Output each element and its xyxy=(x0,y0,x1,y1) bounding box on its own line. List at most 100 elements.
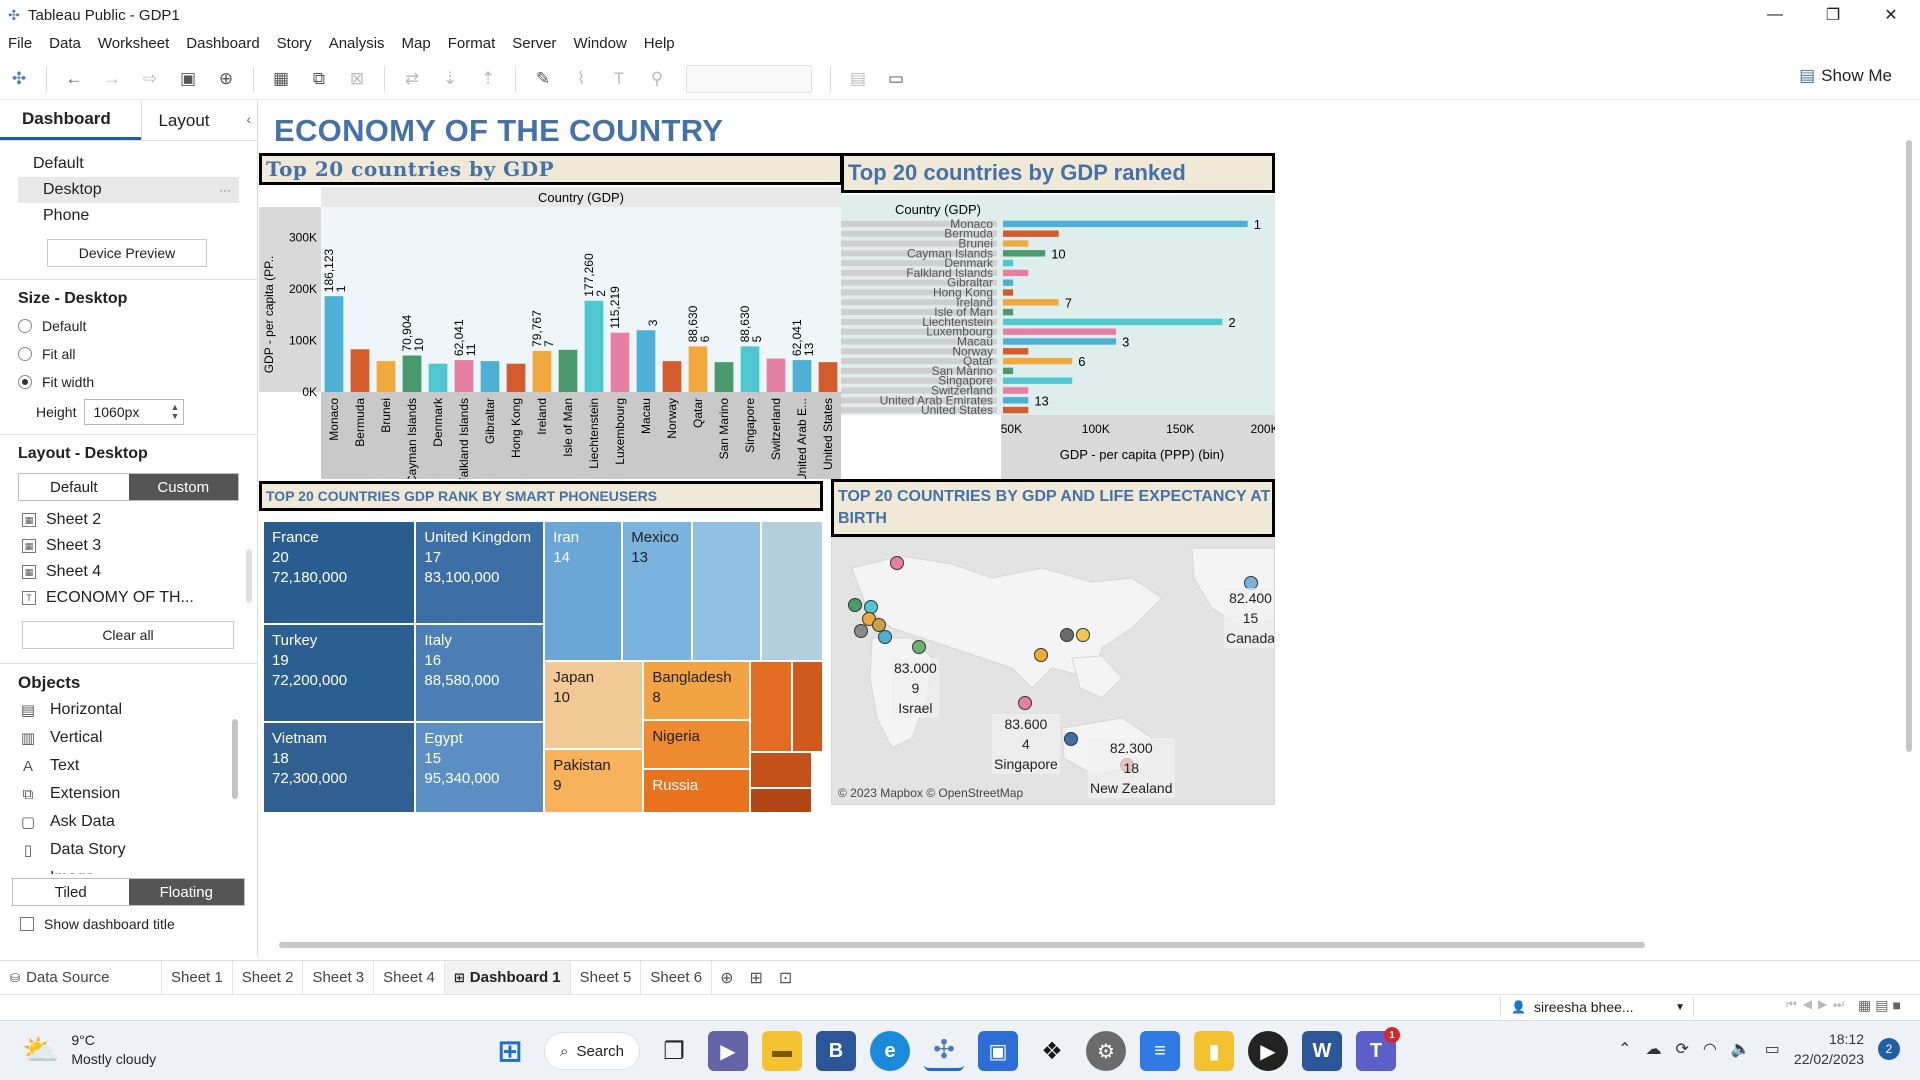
chevron-up-icon[interactable]: ⌃ xyxy=(1618,1039,1631,1059)
bar[interactable] xyxy=(1003,387,1029,394)
bar[interactable] xyxy=(1003,250,1046,257)
size-option-fit-all[interactable]: Fit all xyxy=(0,340,257,368)
bar[interactable] xyxy=(1003,259,1014,267)
weather-widget[interactable]: ⛅ 9°C Mostly cloudy xyxy=(22,1031,156,1069)
clear-all-button[interactable]: Clear all xyxy=(22,621,234,649)
new-data-source-icon[interactable]: ⊕ xyxy=(212,65,240,93)
map-marker[interactable] xyxy=(1018,696,1032,710)
clock[interactable]: 18:12 22/02/2023 xyxy=(1794,1029,1864,1069)
wifi-icon[interactable]: ◠ xyxy=(1703,1039,1717,1059)
new-worksheet-icon[interactable]: ⊕ xyxy=(712,968,741,988)
object-item[interactable]: ▯ Data Story xyxy=(0,836,257,864)
media-player-icon[interactable]: ▶ xyxy=(1248,1031,1288,1071)
map-marker[interactable] xyxy=(1060,628,1074,642)
bar[interactable] xyxy=(350,349,370,392)
layout-custom-button[interactable]: Custom xyxy=(128,474,238,500)
restore-button[interactable]: ❐ xyxy=(1804,0,1862,30)
windows-start-icon[interactable]: ⊞ xyxy=(490,1031,530,1071)
floating-button[interactable]: Floating xyxy=(128,879,244,905)
collapse-pane-icon[interactable]: ‹ xyxy=(246,111,251,127)
teams-icon[interactable]: T1 xyxy=(1356,1027,1400,1071)
tab-sheet-5[interactable]: Sheet 5 xyxy=(571,960,642,995)
bar[interactable] xyxy=(376,361,396,392)
pin-icon[interactable]: ⚲ xyxy=(643,65,671,93)
treemap-cell[interactable]: Vietnam 18 72,300,000 xyxy=(263,722,416,813)
treemap-cell[interactable]: Egypt 15 95,340,000 xyxy=(415,722,545,813)
object-item[interactable]: ▢ Ask Data xyxy=(0,808,257,836)
bar[interactable] xyxy=(1003,269,1029,277)
bar[interactable] xyxy=(714,362,734,392)
tab-layout[interactable]: Layout xyxy=(141,101,257,140)
treemap-cell[interactable]: United Kingdom 17 83,100,000 xyxy=(415,521,545,625)
bar[interactable] xyxy=(792,360,812,392)
sheet-item[interactable]: ▦ Sheet 2 xyxy=(0,507,257,533)
device-default[interactable]: Default xyxy=(0,151,257,177)
replace-data-icon[interactable]: ⇨ xyxy=(136,65,164,93)
treemap-cell[interactable]: Iran 14 xyxy=(544,521,623,661)
settings-gear-icon[interactable]: ⚙ xyxy=(1086,1031,1126,1071)
sort-descending-icon[interactable]: ⇡ xyxy=(474,65,502,93)
vertical-scrollbar[interactable] xyxy=(1906,140,1912,752)
treemap-cell[interactable]: Nigeria xyxy=(643,719,750,769)
tab-dashboard[interactable]: Dashboard xyxy=(0,101,142,140)
bar[interactable] xyxy=(1003,348,1029,355)
tab-sheet-1[interactable]: Sheet 1 xyxy=(162,960,233,995)
fit-dropdown[interactable] xyxy=(686,64,812,93)
bar[interactable] xyxy=(558,349,578,392)
bar[interactable] xyxy=(402,355,422,392)
file-explorer-icon[interactable]: ▬ xyxy=(762,1031,802,1071)
bar[interactable] xyxy=(610,332,630,392)
menu-story[interactable]: Story xyxy=(277,35,312,52)
bar[interactable] xyxy=(532,350,552,392)
device-phone[interactable]: Phone xyxy=(0,203,257,229)
gdp-bar-chart[interactable]: Country (GDP) 0K 100K 200K 300K GDP - per cap… xyxy=(259,187,841,479)
treemap-cell[interactable]: Pakistan 9 xyxy=(544,749,644,813)
tab-sheet-4[interactable]: Sheet 4 xyxy=(374,960,445,995)
bar[interactable] xyxy=(428,363,448,392)
sheet-item[interactable]: ▦ Sheet 4 xyxy=(0,559,257,585)
bar[interactable] xyxy=(1003,338,1117,345)
menu-file[interactable]: File xyxy=(8,35,32,52)
bar[interactable] xyxy=(1003,279,1014,286)
tableau-taskbar-icon[interactable]: ✣ xyxy=(924,1031,964,1071)
map-attribution[interactable]: © 2023 Mapbox © OpenStreetMap xyxy=(838,786,1023,800)
treemap-cell[interactable]: Russia xyxy=(643,768,750,813)
treemap-cell[interactable]: France 20 72,180,000 xyxy=(263,521,416,625)
horizontal-scrollbar[interactable] xyxy=(279,942,1645,948)
gdp-ranked-chart[interactable]: Country (GDP)Monaco 1BermudaBruneiCayman … xyxy=(841,195,1275,479)
sheet-item[interactable]: T ECONOMY OF TH... xyxy=(0,585,257,611)
group-icon[interactable]: ⌇ xyxy=(567,65,595,93)
bar[interactable] xyxy=(1003,289,1014,296)
tab-data-source[interactable]: ⛁ Data Source xyxy=(0,960,162,995)
presentation-mode-icon[interactable]: ▭ xyxy=(882,65,910,93)
new-worksheet-icon[interactable]: ▦ xyxy=(267,65,295,93)
size-option-default[interactable]: Default xyxy=(0,312,257,340)
sync-icon[interactable]: ⟳ xyxy=(1676,1039,1689,1059)
bar[interactable] xyxy=(740,346,760,392)
tab-navigation-icons[interactable]: ⏮◀▶⏭ xyxy=(1786,997,1850,1012)
new-dashboard-icon[interactable]: ⊞ xyxy=(741,968,770,988)
show-me-button[interactable]: ▤ Show Me xyxy=(1799,66,1892,86)
object-item[interactable]: ▥ Vertical xyxy=(0,724,257,752)
edge-browser-icon[interactable]: e xyxy=(870,1031,910,1071)
onedrive-icon[interactable]: ☁ xyxy=(1646,1039,1662,1059)
close-button[interactable]: ✕ xyxy=(1862,0,1920,30)
show-title-row[interactable]: Show dashboard title xyxy=(0,906,257,942)
treemap-cell[interactable] xyxy=(749,751,812,789)
menu-server[interactable]: Server xyxy=(512,35,556,52)
tab-dashboard-1[interactable]: ⊞ Dashboard 1 xyxy=(444,960,571,995)
bar[interactable] xyxy=(662,361,682,392)
swap-icon[interactable]: ⇄ xyxy=(398,65,426,93)
map-marker[interactable] xyxy=(1034,648,1048,662)
sort-ascending-icon[interactable]: ⇣ xyxy=(436,65,464,93)
bar[interactable] xyxy=(506,363,526,392)
show-cards-icon[interactable]: ▤ xyxy=(844,65,872,93)
bar[interactable] xyxy=(688,346,708,392)
device-desktop[interactable]: Desktop ··· xyxy=(18,177,239,203)
life-expectancy-map[interactable]: 82.400 15 Canada 83.000 9 Israel 83.600 … xyxy=(831,537,1275,805)
stepper-arrows-icon[interactable]: ▲ ▼ xyxy=(171,403,180,421)
bar[interactable] xyxy=(1003,230,1059,237)
treemap-cell[interactable]: Italy 16 88,580,000 xyxy=(415,624,545,723)
bar[interactable] xyxy=(1003,308,1014,316)
object-item[interactable]: ⧉ Extension xyxy=(0,780,257,808)
